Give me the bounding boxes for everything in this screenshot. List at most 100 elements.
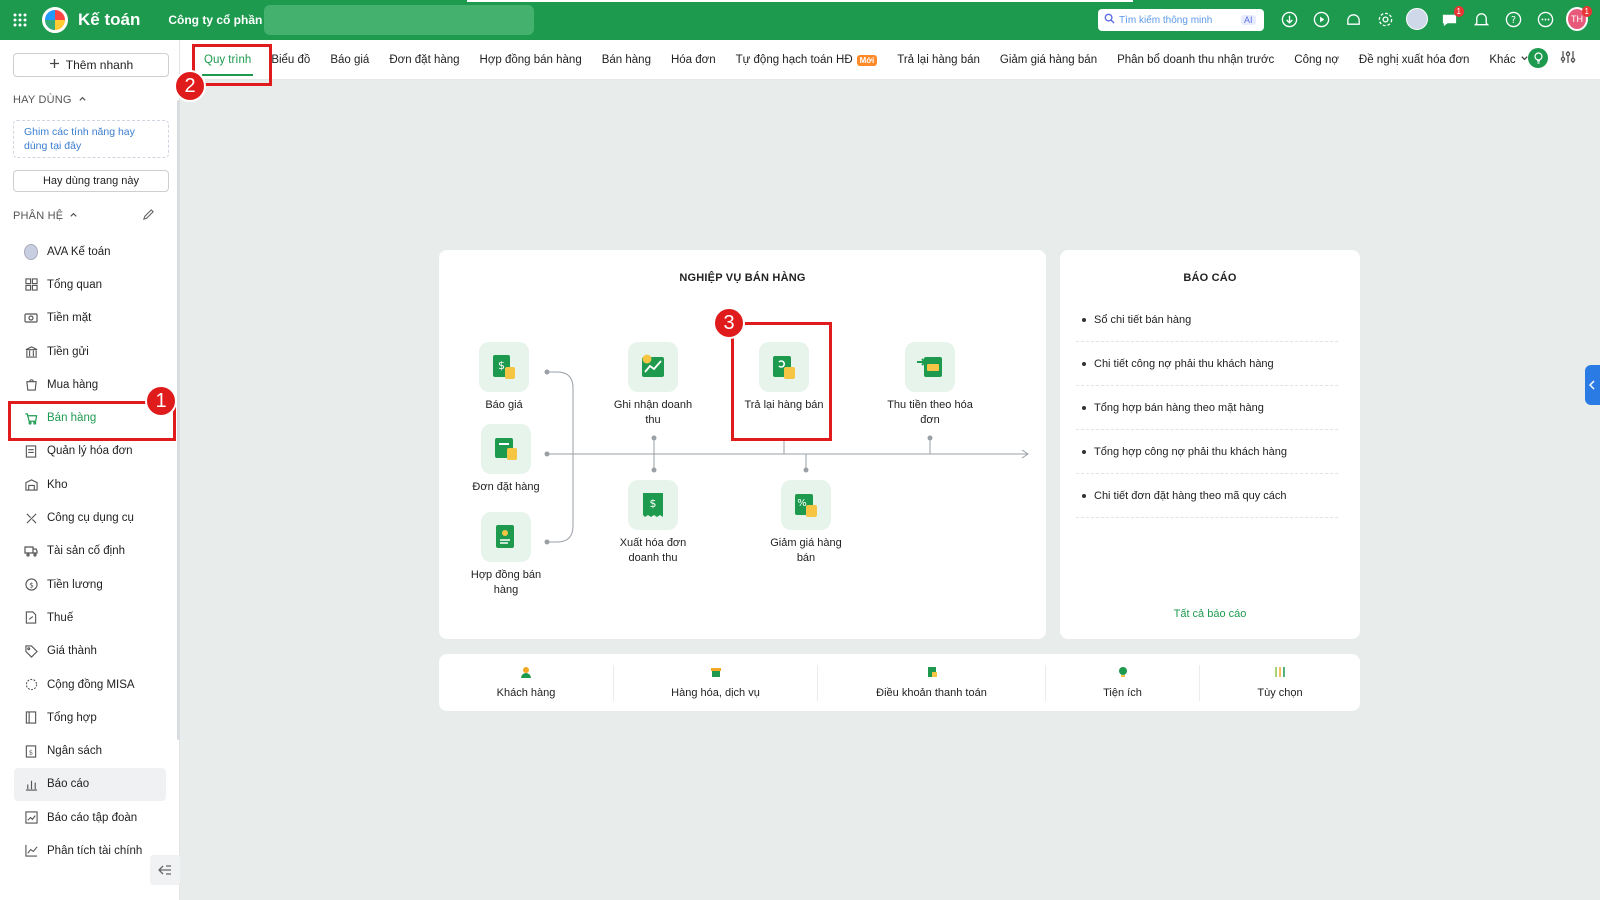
svg-text:$: $	[650, 497, 657, 510]
process-item-contract[interactable]: Hợp đồng bán hàng	[461, 512, 551, 598]
download-icon[interactable]	[1278, 8, 1300, 30]
sidebar-item-bao-cao[interactable]: Báo cáo	[14, 767, 166, 802]
sidebar-item-label: Phân tích tài chính	[47, 844, 143, 857]
sidebar-item-cong-cu-dung-cu[interactable]: Công cụ dụng cụ	[0, 501, 180, 534]
sales-process-panel: NGHIỆP VỤ BÁN HÀNG $ Báo giá Đơn đặt hàn…	[439, 250, 1046, 639]
support-icon[interactable]	[1342, 8, 1364, 30]
bank-icon	[24, 345, 38, 359]
sidebar-item-label: Cộng đồng MISA	[47, 678, 135, 691]
bullet	[1082, 493, 1086, 498]
process-item-invoice[interactable]: $ Xuất hóa đơn doanh thu	[608, 480, 698, 566]
sidebar-item-gia-thanh[interactable]: Giá thành	[0, 635, 180, 668]
tab-label: Giảm giá hàng bán	[999, 54, 1098, 66]
quick-link-customers[interactable]: Khách hàng	[439, 664, 614, 701]
modules-section-header[interactable]: PHÂN HỆ	[13, 210, 78, 222]
tab-phan-bo-doanh-thu[interactable]: Phân bổ doanh thu nhận trước	[1107, 40, 1284, 80]
ava-assistant-avatar[interactable]	[1406, 8, 1428, 30]
all-reports-link[interactable]: Tất cả báo cáo	[1060, 608, 1360, 620]
svg-text:$: $	[29, 580, 34, 589]
sidebar-scrollbar[interactable]	[177, 100, 180, 740]
quick-link-options[interactable]: Tùy chọn	[1200, 665, 1360, 701]
tab-de-nghi-xuat-hoa-don[interactable]: Đề nghị xuất hóa đơn	[1349, 40, 1479, 80]
app-title: Kế toán	[78, 10, 141, 29]
report-link[interactable]: Sổ chi tiết bán hàng	[1076, 298, 1338, 342]
chevron-up-icon	[78, 94, 87, 106]
tab-bao-gia[interactable]: Báo giá	[320, 40, 379, 80]
sidebar-item-bao-cao-tap-doan[interactable]: Báo cáo tập đoàn	[0, 801, 180, 834]
quick-link-utilities[interactable]: Tiện ích	[1046, 664, 1200, 701]
process-item-order[interactable]: Đơn đặt hàng	[461, 424, 551, 495]
sidebar-item-ngan-sach[interactable]: $ Ngân sách	[0, 734, 180, 767]
process-item-sales-discount[interactable]: % Giảm giá hàng bán	[761, 480, 851, 566]
report-link[interactable]: Tổng hợp bán hàng theo mặt hàng	[1076, 386, 1338, 430]
sidebar-item-tong-hop[interactable]: Tổng hợp	[0, 701, 180, 734]
collapse-sidebar-icon[interactable]	[150, 855, 180, 885]
sidebar-item-cong-dong-misa[interactable]: Cộng đồng MISA	[0, 668, 180, 701]
sidebar-item-kho[interactable]: Kho	[0, 468, 180, 501]
quick-link-payment-terms[interactable]: Điều khoản thanh toán	[818, 664, 1046, 701]
process-item-collect-by-invoice[interactable]: Thu tiền theo hóa đơn	[885, 342, 975, 428]
sidebar-item-label: Công cụ dụng cụ	[47, 512, 134, 525]
quick-add-button[interactable]: Thêm nhanh	[13, 53, 169, 77]
smart-search-box[interactable]: AI	[1098, 9, 1264, 31]
salary-icon: $	[24, 578, 38, 592]
tab-tu-dong-hach-toan[interactable]: Tự động hạch toán HĐ Mới	[726, 40, 888, 80]
sidebar-item-tien-gui[interactable]: Tiền gửi	[0, 335, 180, 368]
tab-ban-hang[interactable]: Bán hàng	[592, 40, 661, 80]
sidebar-item-tien-mat[interactable]: Tiền mặt	[0, 302, 180, 335]
report-label: Tổng hợp bán hàng theo mặt hàng	[1094, 401, 1264, 414]
help-icon[interactable]: ?	[1502, 8, 1524, 30]
report-label: Chi tiết công nợ phải thu khách hàng	[1094, 357, 1274, 370]
lightbulb-tips-icon[interactable]	[1528, 48, 1548, 68]
filter-settings-icon[interactable]	[1560, 49, 1576, 68]
report-label: Tổng hợp công nợ phải thu khách hàng	[1094, 445, 1288, 458]
sidebar-item-label: Báo cáo	[47, 778, 90, 791]
app-grid-icon[interactable]	[0, 0, 40, 40]
report-link[interactable]: Chi tiết công nợ phải thu khách hàng	[1076, 342, 1338, 386]
chat-icon[interactable]: 1	[1438, 6, 1464, 30]
sidebar-item-thue[interactable]: Thuế	[0, 601, 180, 634]
tab-giam-gia-hang-ban[interactable]: Giảm giá hàng bán	[990, 40, 1107, 80]
sidebar-item-label: Tổng quan	[47, 278, 102, 291]
utilities-bulb-icon	[1117, 666, 1129, 681]
more-options-icon[interactable]	[1534, 8, 1556, 30]
user-avatar-button[interactable]: TH 1	[1566, 6, 1592, 31]
tab-label: Trả lại hàng bán	[897, 54, 980, 66]
warehouse-icon	[24, 478, 38, 492]
tab-label: Biểu đồ	[271, 54, 311, 66]
pencil-edit-icon[interactable]	[142, 208, 155, 224]
cash-icon	[24, 311, 38, 325]
notification-bell-icon[interactable]	[1470, 8, 1492, 30]
quick-link-goods-services[interactable]: Hàng hóa, dịch vụ	[614, 664, 818, 701]
sidebar-item-label: Tổng hợp	[47, 711, 97, 724]
report-link[interactable]: Chi tiết đơn đặt hàng theo mã quy cách	[1076, 474, 1338, 518]
tab-cong-no[interactable]: Công nợ	[1284, 40, 1349, 80]
tab-hop-dong-ban-hang[interactable]: Hợp đồng bán hàng	[470, 40, 592, 80]
process-item-quote[interactable]: $ Báo giá	[459, 342, 549, 413]
play-video-icon[interactable]	[1310, 8, 1332, 30]
svg-text:?: ?	[1510, 14, 1515, 25]
quick-link-label: Tiện ích	[1103, 687, 1142, 699]
smart-search-input[interactable]	[1119, 14, 1237, 26]
sidebar-item-ava-ke-toan[interactable]: AVA Kế toán	[0, 235, 180, 268]
tab-tra-lai-hang-ban[interactable]: Trả lại hàng bán	[887, 40, 990, 80]
favorite-this-page-button[interactable]: Hay dùng trang này	[13, 170, 169, 192]
sidebar-item-tien-luong[interactable]: $ Tiền lương	[0, 568, 180, 601]
tab-don-dat-hang[interactable]: Đơn đặt hàng	[379, 40, 469, 80]
quote-doc-icon: $	[479, 342, 529, 392]
process-item-revenue[interactable]: Ghi nhận doanh thu	[608, 342, 698, 428]
favorites-section-header[interactable]: HAY DÙNG	[13, 94, 87, 106]
report-label: Chi tiết đơn đặt hàng theo mã quy cách	[1094, 489, 1287, 502]
report-link[interactable]: Tổng hợp công nợ phải thu khách hàng	[1076, 430, 1338, 474]
side-panel-toggle-icon[interactable]	[1585, 365, 1600, 405]
sidebar-item-label: AVA Kế toán	[47, 245, 111, 258]
settings-gear-icon[interactable]	[1374, 8, 1396, 30]
annotation-box-3	[731, 322, 832, 441]
sidebar-item-tong-quan[interactable]: Tổng quan	[0, 268, 180, 301]
tab-label: Công nợ	[1294, 54, 1339, 66]
tab-hoa-don[interactable]: Hóa đơn	[661, 40, 726, 80]
report-list: Sổ chi tiết bán hàng Chi tiết công nợ ph…	[1076, 298, 1338, 518]
revenue-invoice-icon: $	[628, 480, 678, 530]
sidebar-item-tai-san-co-dinh[interactable]: Tài sản cố định	[0, 535, 180, 568]
company-name[interactable]: Công ty cổ phần	[168, 13, 262, 27]
